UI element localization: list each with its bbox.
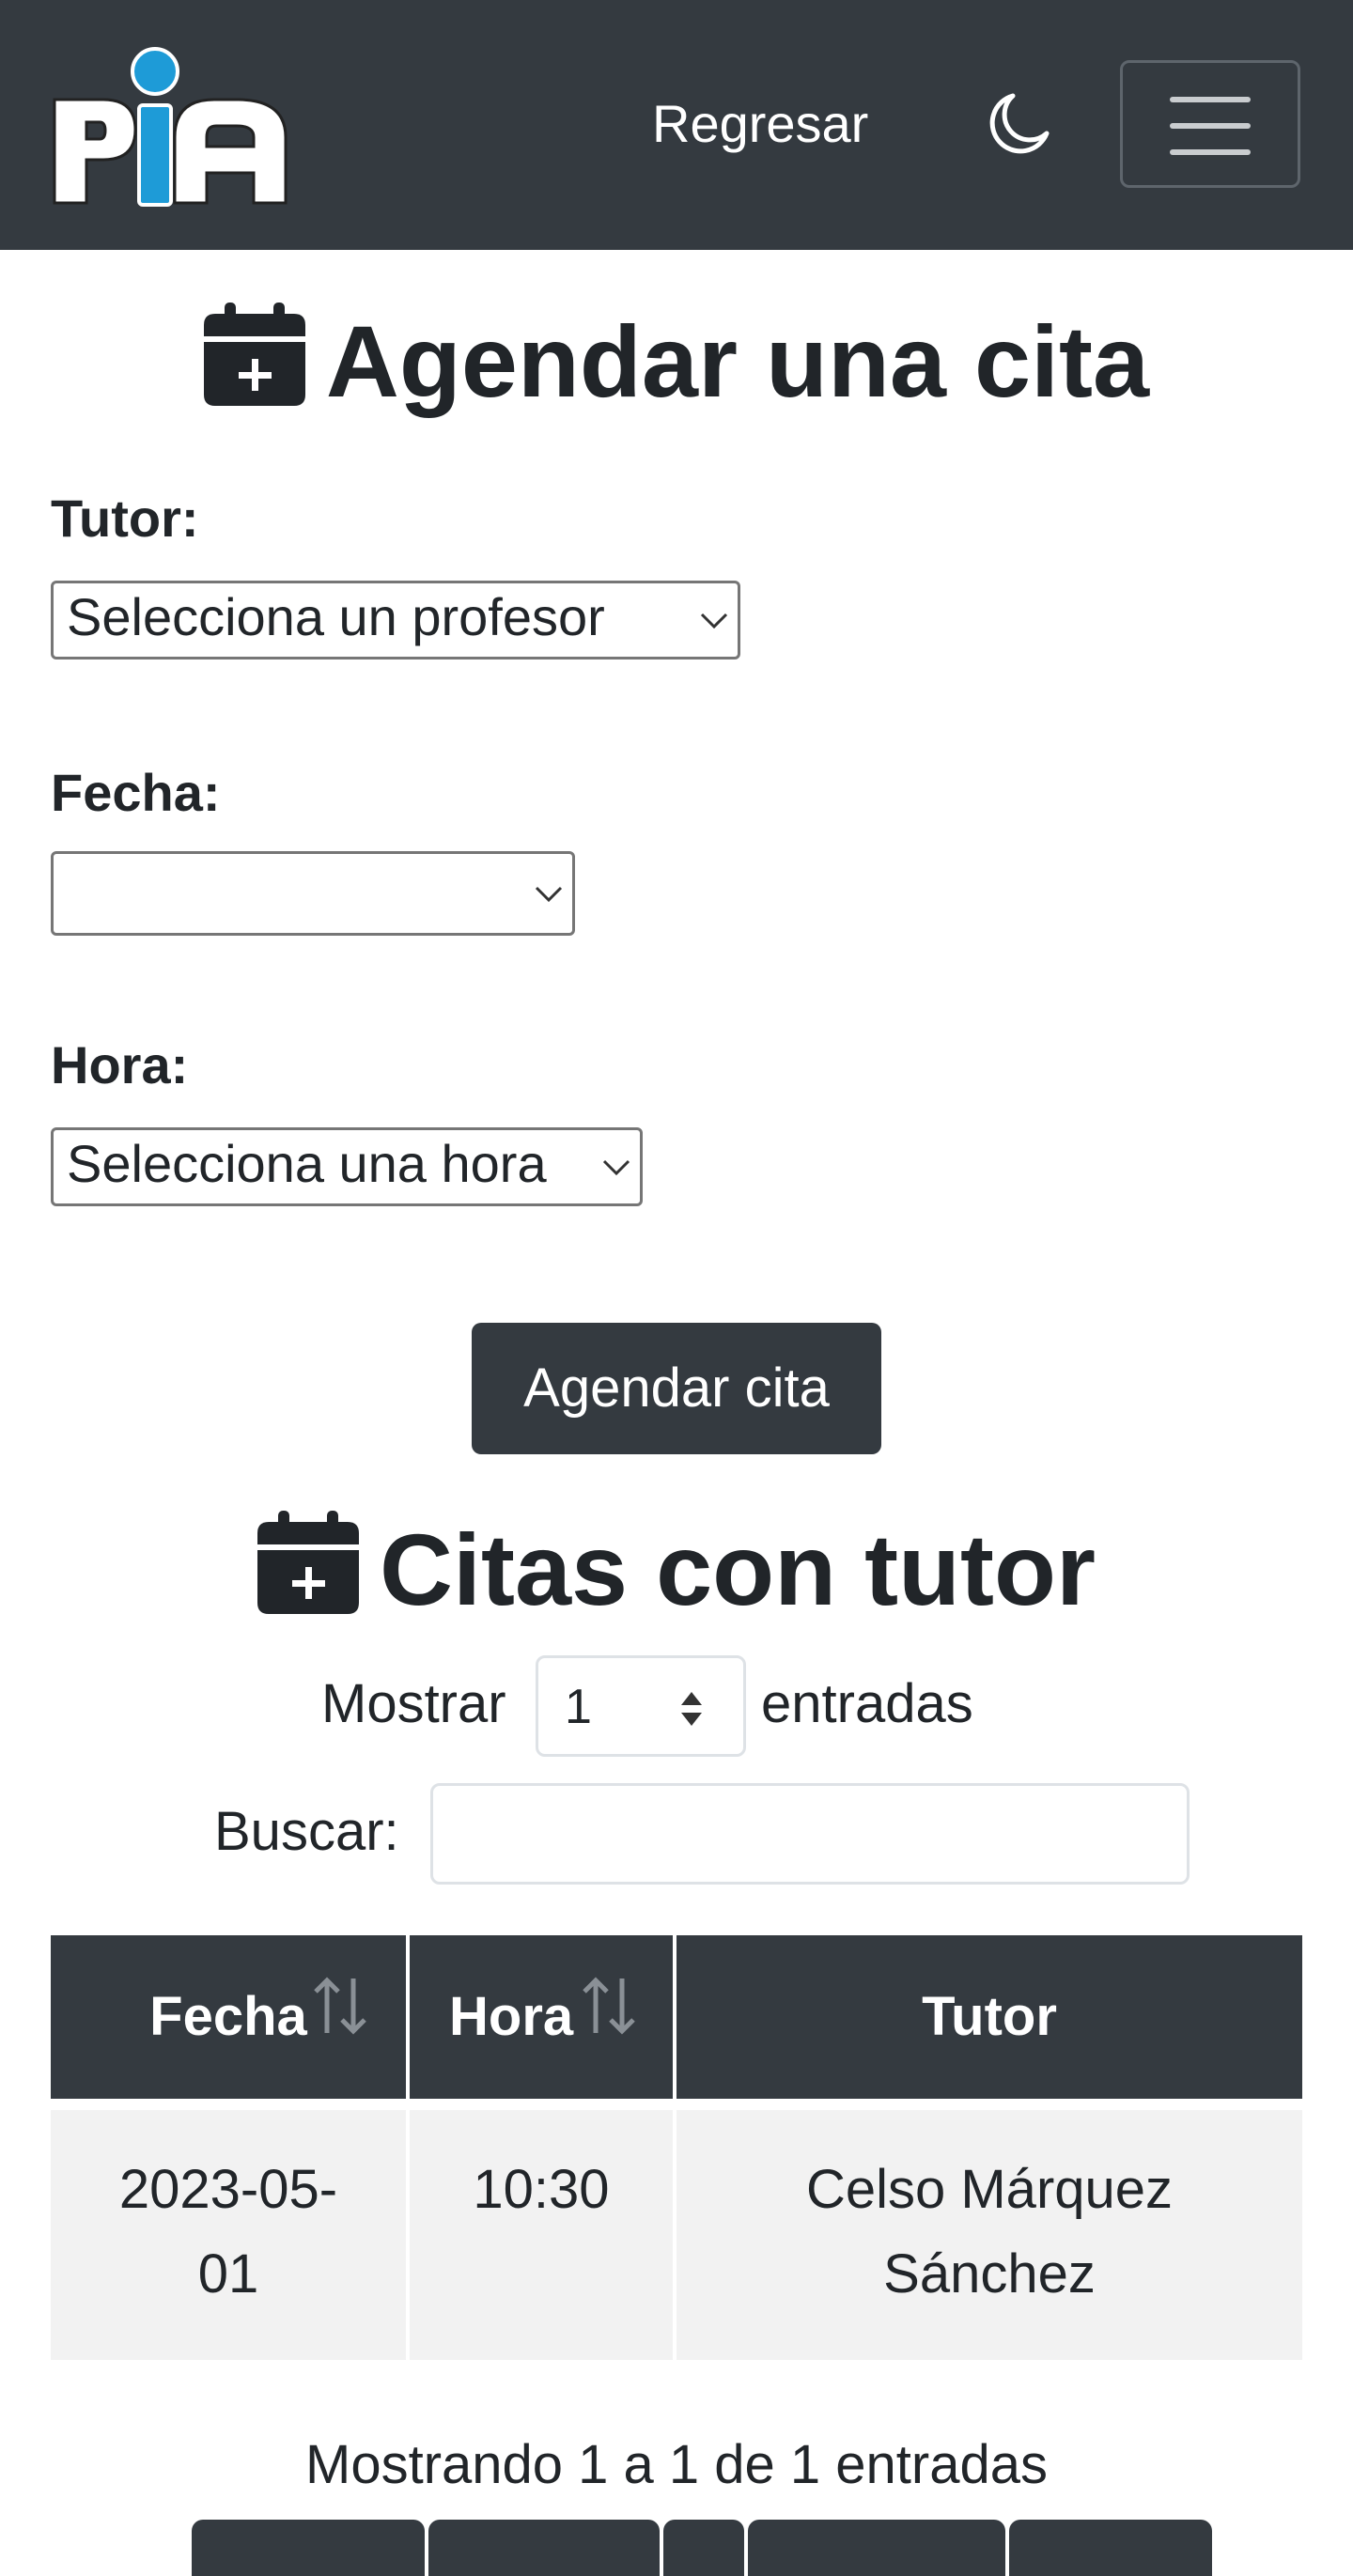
column-header-date-label: Fecha bbox=[149, 1986, 307, 2047]
table-info: Mostrando 1 a 1 de 1 entradas bbox=[305, 2434, 1048, 2495]
search-label: Buscar: bbox=[214, 1801, 399, 1862]
schedule-button[interactable]: Agendar cita bbox=[472, 1323, 881, 1454]
calendar-plus-icon bbox=[257, 1511, 359, 1614]
column-header-hour[interactable]: Hora bbox=[410, 1935, 673, 2099]
chevron-down-icon bbox=[700, 613, 728, 629]
hour-select[interactable]: Selecciona una hora bbox=[51, 1127, 643, 1206]
table-cell-date: 2023-05- 01 bbox=[51, 2110, 406, 2360]
column-header-date[interactable]: Fecha bbox=[51, 1935, 406, 2099]
column-header-hour-label: Hora bbox=[449, 1986, 574, 2047]
date-label: Fecha: bbox=[51, 763, 221, 822]
tutor-line-2: Sánchez bbox=[883, 2243, 1096, 2304]
tutor-label: Tutor: bbox=[51, 489, 199, 548]
entries-label: entradas bbox=[761, 1673, 973, 1734]
column-header-tutor: Tutor bbox=[676, 1935, 1302, 2099]
sort-icon bbox=[583, 1977, 635, 2035]
table-cell-tutor: Celso Márquez Sánchez bbox=[676, 2110, 1302, 2360]
pagination-previous-button[interactable] bbox=[428, 2520, 660, 2576]
hour-select-value: Selecciona una hora bbox=[67, 1134, 547, 1193]
section-title-text: Citas con tutor bbox=[379, 1513, 1096, 1626]
tutor-line-1: Celso Márquez bbox=[805, 2159, 1174, 2220]
hamburger-icon bbox=[1170, 97, 1251, 155]
navbar: Regresar bbox=[0, 0, 1353, 250]
tutor-select[interactable]: Selecciona un profesor bbox=[51, 581, 740, 660]
hour-label: Hora: bbox=[51, 1035, 189, 1094]
pagination-last-button[interactable] bbox=[1009, 2520, 1212, 2576]
table-cell-hour: 10:30 bbox=[410, 2110, 673, 2360]
entries-per-page-value: 1 bbox=[565, 1680, 592, 1734]
show-label: Mostrar bbox=[321, 1673, 506, 1734]
pagination-first-button[interactable] bbox=[192, 2520, 425, 2576]
page-title: Agendar una cita bbox=[0, 303, 1353, 418]
pagination-page-1-button[interactable] bbox=[663, 2520, 744, 2576]
entries-per-page-input[interactable]: 1 bbox=[536, 1655, 746, 1757]
calendar-plus-icon bbox=[203, 303, 305, 406]
search-input[interactable] bbox=[430, 1783, 1190, 1885]
pagination-next-button[interactable] bbox=[748, 2520, 1005, 2576]
date-line-2: 01 bbox=[197, 2243, 259, 2304]
moon-icon[interactable] bbox=[988, 90, 1050, 154]
chevron-down-icon bbox=[602, 1159, 630, 1176]
date-select[interactable] bbox=[51, 851, 575, 936]
hour-value: 10:30 bbox=[473, 2159, 610, 2220]
sort-icon bbox=[314, 1977, 366, 2035]
back-link[interactable]: Regresar bbox=[652, 90, 868, 158]
section-title: Citas con tutor bbox=[0, 1511, 1353, 1626]
column-header-tutor-label: Tutor bbox=[922, 1986, 1057, 2047]
page-title-text: Agendar una cita bbox=[325, 304, 1150, 418]
tutor-select-value: Selecciona un profesor bbox=[67, 587, 605, 646]
chevron-down-icon bbox=[535, 886, 563, 903]
menu-toggle-button[interactable] bbox=[1120, 60, 1300, 188]
pia-logo[interactable] bbox=[49, 43, 295, 210]
spinner-arrows-icon[interactable] bbox=[679, 1690, 704, 1728]
date-line-1: 2023-05- bbox=[118, 2159, 338, 2220]
